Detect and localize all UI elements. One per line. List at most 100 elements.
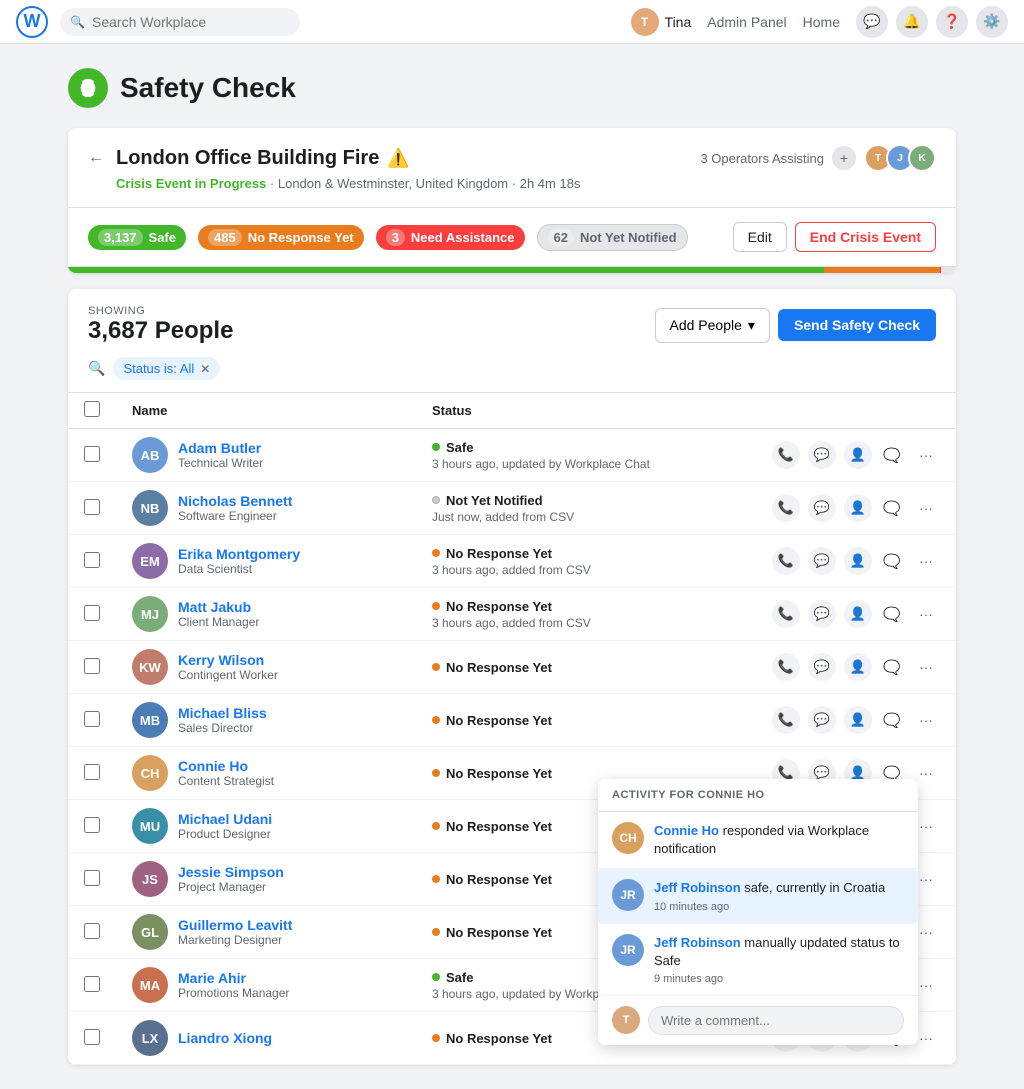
add-operator-button[interactable]: + <box>832 146 856 170</box>
chat-icon[interactable]: 💬 <box>808 547 836 575</box>
not-notified-label: Not Yet Notified <box>580 230 677 245</box>
status-cell: Safe 3 hours ago, updated by Workplace C… <box>416 429 956 482</box>
safe-stat[interactable]: 3,137 Safe <box>88 225 186 250</box>
row-checkbox[interactable] <box>84 446 100 462</box>
row-checkbox[interactable] <box>84 976 100 992</box>
chat-icon[interactable]: 💬 <box>808 706 836 734</box>
more-button[interactable]: ··· <box>912 441 940 469</box>
need-assistance-stat[interactable]: 3 Need Assistance <box>376 225 525 250</box>
message-icon[interactable]: 🗨️ <box>878 547 906 575</box>
message-icon[interactable]: 🗨️ <box>878 494 906 522</box>
phone-icon[interactable]: 📞 <box>772 547 800 575</box>
row-checkbox[interactable] <box>84 764 100 780</box>
message-icon[interactable]: 🗨️ <box>878 706 906 734</box>
row-checkbox[interactable] <box>84 817 100 833</box>
stats-row: 3,137 Safe 485 No Response Yet 3 Need As… <box>68 208 956 267</box>
person-name[interactable]: Connie Ho <box>178 758 274 774</box>
phone-icon[interactable]: 📞 <box>772 441 800 469</box>
back-button[interactable]: ← <box>88 149 104 167</box>
person-name[interactable]: Liandro Xiong <box>178 1030 272 1046</box>
person-name[interactable]: Marie Ahir <box>178 970 289 986</box>
end-crisis-button[interactable]: End Crisis Event <box>795 222 936 252</box>
crisis-title-row: ← London Office Building Fire ⚠️ 3 Opera… <box>88 144 936 172</box>
table-row: MJ Matt Jakub Client Manager No Response… <box>68 588 956 641</box>
add-icon[interactable]: 👤 <box>844 706 872 734</box>
status-cell: No Response Yet 3 hours ago, added from … <box>416 535 956 588</box>
row-checkbox[interactable] <box>84 1029 100 1045</box>
person-name[interactable]: Nicholas Bennett <box>178 493 292 509</box>
send-safety-check-button[interactable]: Send Safety Check <box>778 309 936 341</box>
phone-icon[interactable]: 📞 <box>772 494 800 522</box>
workplace-logo[interactable]: W <box>16 6 48 38</box>
admin-panel-link[interactable]: Admin Panel <box>707 14 786 30</box>
row-checkbox[interactable] <box>84 923 100 939</box>
person-name[interactable]: Michael Bliss <box>178 705 267 721</box>
person-details: Nicholas Bennett Software Engineer <box>178 493 292 523</box>
comment-input[interactable] <box>648 1006 904 1035</box>
more-button[interactable]: ··· <box>912 706 940 734</box>
row-checkbox[interactable] <box>84 658 100 674</box>
row-checkbox[interactable] <box>84 499 100 515</box>
person-details: Jessie Simpson Project Manager <box>178 864 284 894</box>
row-checkbox[interactable] <box>84 870 100 886</box>
person-name[interactable]: Erika Montgomery <box>178 546 300 562</box>
person-name[interactable]: Michael Udani <box>178 811 272 827</box>
filter-chip-close[interactable]: ✕ <box>200 362 210 376</box>
no-response-stat[interactable]: 485 No Response Yet <box>198 225 364 250</box>
home-link[interactable]: Home <box>803 14 840 30</box>
more-button[interactable]: ··· <box>912 494 940 522</box>
add-icon[interactable]: 👤 <box>844 600 872 628</box>
crisis-title-left: ← London Office Building Fire ⚠️ <box>88 147 410 170</box>
status-name: No Response Yet <box>432 925 552 940</box>
person-title: Marketing Designer <box>178 933 292 947</box>
activity-name[interactable]: Jeff Robinson <box>654 880 741 895</box>
chat-icon[interactable]: 💬 <box>808 441 836 469</box>
activity-name[interactable]: Connie Ho <box>654 823 719 838</box>
activity-name[interactable]: Jeff Robinson <box>654 935 741 950</box>
safety-check-icon <box>68 68 108 108</box>
message-icon[interactable]: 🗨️ <box>878 600 906 628</box>
add-icon[interactable]: 👤 <box>844 653 872 681</box>
chat-icon[interactable]: 💬 <box>808 653 836 681</box>
person-name[interactable]: Kerry Wilson <box>178 652 278 668</box>
chat-icon[interactable]: 💬 <box>856 6 888 38</box>
search-input[interactable] <box>60 8 300 36</box>
notifications-icon[interactable]: 🔔 <box>896 6 928 38</box>
row-checkbox[interactable] <box>84 552 100 568</box>
user-profile[interactable]: T Tina <box>631 8 692 36</box>
select-all-checkbox[interactable] <box>84 401 100 417</box>
person-name[interactable]: Guillermo Leavitt <box>178 917 292 933</box>
add-icon[interactable]: 👤 <box>844 441 872 469</box>
phone-icon[interactable]: 📞 <box>772 653 800 681</box>
row-checkbox[interactable] <box>84 711 100 727</box>
add-people-button[interactable]: Add People ▾ <box>655 308 770 343</box>
status-filter-chip[interactable]: Status is: All ✕ <box>113 357 220 380</box>
phone-icon[interactable]: 📞 <box>772 706 800 734</box>
chat-icon[interactable]: 💬 <box>808 494 836 522</box>
filter-search-icon: 🔍 <box>88 360 105 377</box>
person-name[interactable]: Jessie Simpson <box>178 864 284 880</box>
settings-icon[interactable]: ⚙️ <box>976 6 1008 38</box>
row-checkbox[interactable] <box>84 605 100 621</box>
more-button[interactable]: ··· <box>912 600 940 628</box>
person-info: MB Michael Bliss Sales Director <box>132 702 400 738</box>
table-header-row: Name Status <box>68 393 956 429</box>
more-button[interactable]: ··· <box>912 547 940 575</box>
crisis-status-badge: Crisis Event in Progress <box>116 176 266 191</box>
person-info: AB Adam Butler Technical Writer <box>132 437 400 473</box>
person-details: Erika Montgomery Data Scientist <box>178 546 300 576</box>
add-icon[interactable]: 👤 <box>844 494 872 522</box>
filter-input[interactable] <box>228 361 936 377</box>
phone-icon[interactable]: 📞 <box>772 600 800 628</box>
add-icon[interactable]: 👤 <box>844 547 872 575</box>
help-icon[interactable]: ❓ <box>936 6 968 38</box>
edit-button[interactable]: Edit <box>733 222 787 252</box>
more-button[interactable]: ··· <box>912 653 940 681</box>
message-icon[interactable]: 🗨️ <box>878 441 906 469</box>
message-icon[interactable]: 🗨️ <box>878 653 906 681</box>
person-cell: MU Michael Udani Product Designer <box>116 800 416 853</box>
not-notified-stat[interactable]: 62 Not Yet Notified <box>537 224 688 251</box>
person-name[interactable]: Matt Jakub <box>178 599 259 615</box>
chat-icon[interactable]: 💬 <box>808 600 836 628</box>
person-name[interactable]: Adam Butler <box>178 440 263 456</box>
